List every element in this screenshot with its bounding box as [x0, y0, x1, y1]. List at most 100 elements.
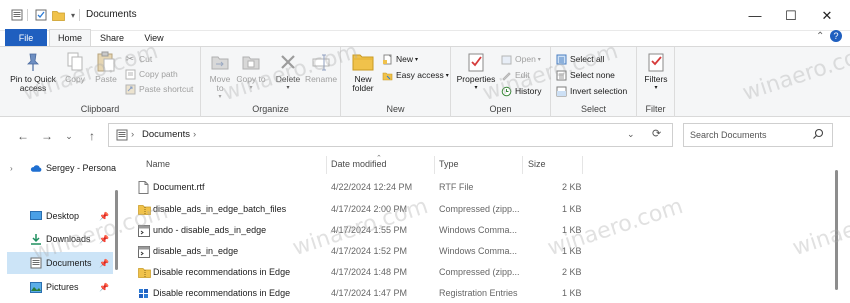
new-group: New folder New ▾ Easy access ▾ New [341, 47, 451, 117]
open-button[interactable]: Open ▾ [500, 52, 541, 66]
column-separator[interactable] [522, 156, 523, 174]
maximize-button[interactable]: ☐ [772, 0, 810, 31]
properties-button[interactable]: Properties ▾ [454, 51, 498, 93]
copy-button[interactable]: Copy [60, 51, 90, 84]
column-separator[interactable] [582, 156, 583, 174]
nav-item-onedrive[interactable]: › Sergey - Persona [0, 157, 117, 179]
customize-qat-icon[interactable]: ▾ [66, 8, 80, 22]
column-separator[interactable] [326, 156, 327, 174]
invert-selection-button[interactable]: Invert selection [555, 84, 627, 98]
nav-pane-scrollbar[interactable] [115, 190, 118, 270]
nav-item-desktop[interactable]: Desktop 📌 [0, 205, 117, 227]
address-bar[interactable]: › Documents › ⌄ ⟳ [108, 123, 673, 147]
file-row[interactable]: disable_ads_in_edge 4/17/2024 1:52 PM Wi… [128, 241, 834, 262]
file-row[interactable]: Disable recommendations in Edge 4/17/202… [128, 262, 834, 283]
file-row[interactable]: disable_ads_in_edge_batch_files 4/17/202… [128, 199, 834, 220]
history-label: History [515, 86, 542, 96]
rename-icon [309, 51, 333, 73]
forward-arrow-icon[interactable]: → [39, 128, 55, 144]
pin-icon[interactable]: 📌 [99, 259, 109, 268]
search-box[interactable]: Search Documents [683, 123, 833, 147]
tab-home[interactable]: Home [49, 29, 91, 46]
move-to-label: Move to [209, 74, 231, 93]
breadcrumb-chevron-icon-2[interactable]: › [193, 129, 196, 140]
file-type: Windows Comma... [439, 225, 518, 235]
pin-icon[interactable]: 📌 [99, 212, 109, 221]
open-group: Properties ▾ Open ▾ Edit History Open [451, 47, 551, 117]
paste-shortcut-button[interactable]: Paste shortcut [124, 82, 193, 96]
file-row[interactable]: undo - disable_ads_in_edge 4/17/2024 1:5… [128, 220, 834, 241]
copy-path-button[interactable]: Copy path [124, 67, 178, 81]
breadcrumb-documents[interactable]: Documents [142, 129, 190, 140]
search-icon[interactable] [812, 128, 824, 142]
select-none-icon [555, 69, 567, 81]
select-none-button[interactable]: Select none [555, 68, 615, 82]
nav-item-downloads[interactable]: Downloads 📌 [0, 228, 117, 250]
file-row[interactable]: Document.rtf 4/22/2024 12:24 PM RTF File… [128, 177, 834, 198]
nav-item-documents[interactable]: Documents 📌 [7, 252, 113, 274]
copy-to-button[interactable]: Copy to ▾ [236, 51, 266, 93]
copy-to-label: Copy to [236, 74, 266, 84]
column-separator[interactable] [434, 156, 435, 174]
column-header-type[interactable]: Type [439, 159, 459, 169]
column-header-size[interactable]: Size [528, 159, 546, 169]
minimize-ribbon-icon[interactable]: ⌃ [816, 31, 824, 42]
cut-button[interactable]: ✂ Cut [124, 52, 152, 66]
refresh-icon[interactable]: ⟳ [652, 127, 661, 140]
paste-button[interactable]: Paste [90, 51, 122, 84]
select-group: Select all Select none Invert selection … [551, 47, 637, 117]
help-icon[interactable]: ? [830, 30, 842, 42]
tab-view[interactable]: View [135, 29, 173, 46]
new-item-button[interactable]: New ▾ [381, 52, 418, 66]
search-placeholder: Search Documents [690, 130, 767, 140]
ribbon-tabs: File Home Share View [0, 29, 850, 46]
back-arrow-icon[interactable]: ← [15, 128, 31, 144]
properties-qat-icon[interactable] [34, 8, 48, 22]
move-to-button[interactable]: Move to ▾ [205, 51, 235, 102]
delete-button[interactable]: Delete ▾ [272, 51, 304, 93]
new-folder-button[interactable]: New folder [345, 51, 381, 93]
edit-button[interactable]: Edit [500, 68, 530, 82]
new-folder-qat-icon[interactable] [51, 8, 65, 22]
copy-icon [63, 51, 87, 73]
qat-divider [27, 9, 28, 21]
easy-access-button[interactable]: Easy access ▾ [381, 68, 449, 82]
nav-item-label: Documents [46, 258, 92, 268]
file-name: Disable recommendations in Edge [153, 288, 291, 298]
window-icon[interactable] [10, 8, 24, 22]
filters-button[interactable]: Filters ▾ [639, 51, 673, 93]
history-icon [500, 85, 512, 97]
history-button[interactable]: History [500, 84, 541, 98]
document-folder-icon [30, 257, 42, 269]
clipboard-group: Pin to Quick access Copy Paste ✂ Cut Cop… [0, 47, 201, 117]
move-to-icon [208, 51, 232, 73]
new-folder-label: New folder [352, 74, 374, 93]
file-size: 2 KB [562, 267, 582, 277]
tab-share[interactable]: Share [93, 29, 131, 46]
file-list-scrollbar-thumb[interactable] [835, 170, 838, 290]
file-row[interactable]: Disable recommendations in Edge 4/17/202… [128, 283, 834, 303]
filter-icon [644, 51, 668, 73]
pin-icon[interactable]: 📌 [99, 235, 109, 244]
invert-selection-label: Invert selection [570, 86, 628, 96]
minimize-button[interactable]: — [736, 0, 774, 31]
navigation-pane: › Sergey - Persona Desktop 📌 Downloads 📌… [0, 154, 117, 303]
paste-label: Paste [95, 74, 117, 84]
column-header-name[interactable]: Name [146, 159, 170, 169]
pin-quick-access-button[interactable]: Pin to Quick access [6, 51, 60, 93]
select-all-button[interactable]: Select all [555, 52, 605, 66]
recent-locations-chevron-icon[interactable]: ⌄ [61, 128, 77, 144]
breadcrumb-chevron-icon[interactable]: › [131, 129, 134, 140]
up-arrow-icon[interactable]: ↑ [84, 128, 100, 144]
picture-icon [30, 281, 42, 293]
tab-file[interactable]: File [5, 29, 47, 46]
pin-icon[interactable]: 📌 [99, 283, 109, 292]
expand-chevron-icon[interactable]: › [10, 164, 22, 173]
nav-item-pictures[interactable]: Pictures 📌 [0, 276, 117, 298]
close-button[interactable]: ✕ [808, 0, 846, 31]
address-dropdown-chevron-icon[interactable]: ⌄ [627, 129, 635, 140]
cut-label: Cut [139, 54, 153, 64]
rename-button[interactable]: Rename [305, 51, 337, 84]
organize-group: Move to ▾ Copy to ▾ Delete ▾ Rename Orga… [201, 47, 341, 117]
column-header-date[interactable]: Date modified [331, 159, 387, 169]
